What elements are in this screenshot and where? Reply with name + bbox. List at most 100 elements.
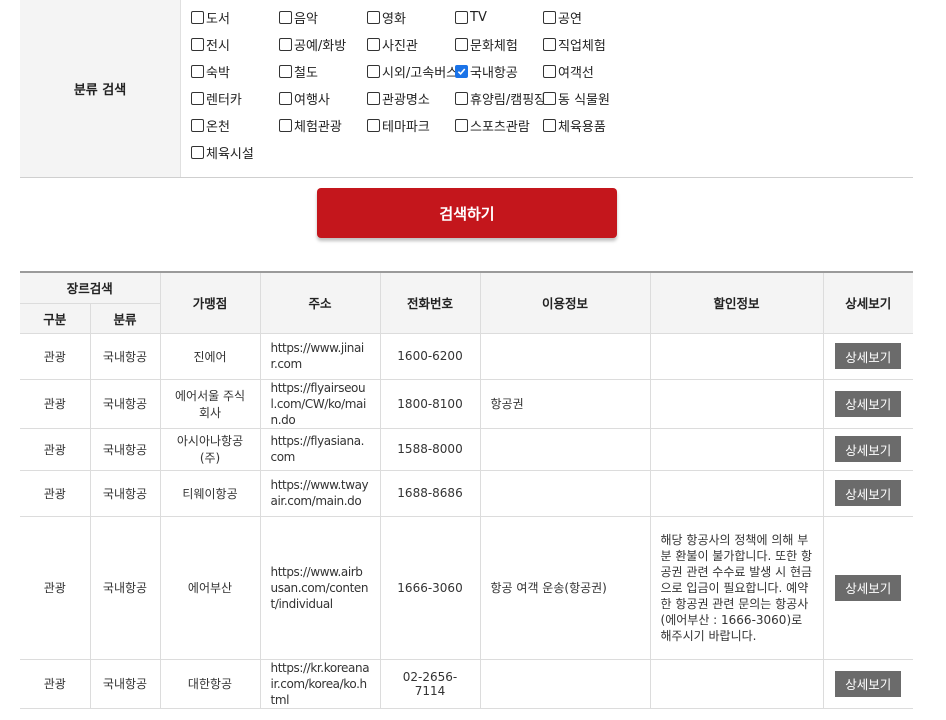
category-option[interactable]: 공연 bbox=[543, 6, 582, 28]
category-label: 전시 bbox=[206, 38, 230, 54]
category-label: 여행사 bbox=[294, 92, 330, 108]
cell-category: 국내항공 bbox=[89, 332, 161, 380]
category-row: 렌터카 여행사 관광명소 휴양림/캠핑장 동 식물원 bbox=[191, 87, 911, 114]
category-label: 체육용품 bbox=[558, 119, 606, 135]
category-option[interactable]: 동 식물원 bbox=[543, 87, 610, 109]
cell-address: https://www.airbusan.com/content/individ… bbox=[259, 515, 381, 660]
search-button[interactable]: 검색하기 bbox=[317, 188, 617, 238]
category-option[interactable]: 문화체험 bbox=[455, 33, 518, 55]
table-row: 관광 국내항공 아시아나항공(주) https://flyasiana.com 1588… bbox=[20, 427, 914, 471]
checkbox[interactable] bbox=[279, 118, 292, 132]
category-option[interactable]: 휴양림/캠핑장 bbox=[455, 87, 546, 109]
checkbox[interactable] bbox=[191, 91, 204, 105]
table-row: 관광 국내항공 티웨이항공 https://www.twayair.com/main.… bbox=[20, 469, 914, 517]
cell-store: 대한항공 bbox=[159, 658, 261, 709]
category-option[interactable]: 공예/화방 bbox=[279, 33, 346, 55]
detail-button[interactable]: 상세보기 bbox=[835, 390, 902, 417]
checkbox[interactable] bbox=[455, 10, 468, 24]
detail-button[interactable]: 상세보기 bbox=[835, 670, 902, 697]
checkbox[interactable] bbox=[367, 91, 380, 105]
category-option[interactable]: 음악 bbox=[279, 6, 318, 28]
checkbox[interactable] bbox=[543, 91, 556, 105]
category-label: 휴양림/캠핑장 bbox=[470, 92, 547, 108]
checkbox[interactable] bbox=[455, 118, 468, 132]
category-option[interactable]: 도서 bbox=[191, 6, 230, 28]
checkbox[interactable] bbox=[191, 10, 204, 24]
category-option[interactable]: 국내항공 bbox=[455, 60, 518, 82]
category-option[interactable]: 시외/고속버스 bbox=[367, 60, 458, 82]
category-option[interactable]: 테마파크 bbox=[367, 114, 430, 136]
header-category: 분류 bbox=[89, 303, 161, 334]
table-row: 관광 국내항공 진에어 https://www.jinair.com 1600-6200… bbox=[20, 332, 914, 380]
detail-button[interactable]: 상세보기 bbox=[835, 343, 902, 369]
category-row: 온천 체험관광 테마파크 스포츠관람 체육용품 bbox=[191, 114, 911, 141]
category-label: 도서 bbox=[206, 11, 230, 27]
checkbox[interactable] bbox=[279, 37, 292, 51]
category-option[interactable]: 숙박 bbox=[191, 60, 230, 82]
header-genre-search: 장르검색 bbox=[20, 272, 161, 304]
cell-usage-info: 항공권 bbox=[479, 378, 651, 429]
checkbox[interactable] bbox=[543, 118, 556, 132]
category-option[interactable]: 렌터카 bbox=[191, 87, 242, 109]
checkbox[interactable] bbox=[191, 118, 204, 132]
category-option[interactable]: 여객선 bbox=[543, 60, 594, 82]
category-row: 전시 공예/화방 사진관 문화체험 직업체험 bbox=[191, 33, 911, 60]
cell-discount-info bbox=[649, 658, 824, 709]
cell-details: 상세보기 bbox=[822, 378, 914, 429]
header-details: 상세보기 bbox=[822, 272, 914, 334]
checkbox[interactable] bbox=[455, 91, 468, 105]
detail-button[interactable]: 상세보기 bbox=[835, 480, 902, 506]
checkbox[interactable] bbox=[279, 91, 292, 105]
category-option[interactable]: 체육시설 bbox=[191, 141, 254, 163]
checkbox[interactable] bbox=[543, 64, 556, 78]
cell-store: 아시아나항공(주) bbox=[159, 427, 261, 471]
checkbox[interactable] bbox=[543, 10, 556, 24]
detail-button[interactable]: 상세보기 bbox=[835, 436, 902, 462]
category-label: 공연 bbox=[558, 11, 582, 27]
category-label: 여객선 bbox=[558, 65, 594, 81]
cell-category-group: 관광 bbox=[20, 469, 91, 517]
category-label: 공예/화방 bbox=[294, 38, 347, 54]
category-label: 렌터카 bbox=[206, 92, 242, 108]
category-option[interactable]: 여행사 bbox=[279, 87, 330, 109]
checkbox[interactable] bbox=[279, 64, 292, 78]
cell-address: https://kr.koreanair.com/korea/ko.html bbox=[259, 658, 381, 709]
category-label: 동 식물원 bbox=[558, 92, 610, 108]
cell-category-group: 관광 bbox=[20, 427, 91, 471]
checkbox[interactable] bbox=[191, 145, 204, 159]
category-label: 온천 bbox=[206, 119, 230, 135]
checkbox[interactable] bbox=[191, 37, 204, 51]
category-option[interactable]: 직업체험 bbox=[543, 33, 606, 55]
category-option[interactable]: 영화 bbox=[367, 6, 406, 28]
category-label: 체육시설 bbox=[206, 146, 254, 162]
detail-button[interactable]: 상세보기 bbox=[835, 574, 902, 601]
checkbox[interactable] bbox=[367, 37, 380, 51]
category-option[interactable]: 관광명소 bbox=[367, 87, 430, 109]
checkbox[interactable] bbox=[279, 10, 292, 24]
category-option[interactable]: 철도 bbox=[279, 60, 318, 82]
table-row: 관광 국내항공 에어서울 주식회사 https://flyairseoul.com/C… bbox=[20, 378, 914, 429]
cell-store: 티웨이항공 bbox=[159, 469, 261, 517]
category-option[interactable]: TV bbox=[455, 6, 487, 28]
checkbox[interactable] bbox=[455, 64, 468, 78]
checkbox[interactable] bbox=[191, 64, 204, 78]
category-option[interactable]: 체육용품 bbox=[543, 114, 606, 136]
checkbox[interactable] bbox=[455, 37, 468, 51]
category-option[interactable]: 체험관광 bbox=[279, 114, 342, 136]
category-option[interactable]: 스포츠관람 bbox=[455, 114, 530, 136]
cell-store: 에어서울 주식회사 bbox=[159, 378, 261, 429]
category-option[interactable]: 온천 bbox=[191, 114, 230, 136]
checkbox[interactable] bbox=[367, 10, 380, 24]
checkbox[interactable] bbox=[367, 64, 380, 78]
cell-discount-info bbox=[649, 378, 824, 429]
cell-usage-info bbox=[479, 332, 651, 380]
category-option[interactable]: 전시 bbox=[191, 33, 230, 55]
cell-category: 국내항공 bbox=[89, 427, 161, 471]
category-label: 영화 bbox=[382, 11, 406, 27]
checkbox[interactable] bbox=[543, 37, 556, 51]
cell-usage-info: 항공 여객 운송(항공권) bbox=[479, 515, 651, 660]
checkbox[interactable] bbox=[367, 118, 380, 132]
category-option[interactable]: 사진관 bbox=[367, 33, 418, 55]
cell-details: 상세보기 bbox=[822, 427, 914, 471]
cell-details: 상세보기 bbox=[822, 658, 914, 709]
